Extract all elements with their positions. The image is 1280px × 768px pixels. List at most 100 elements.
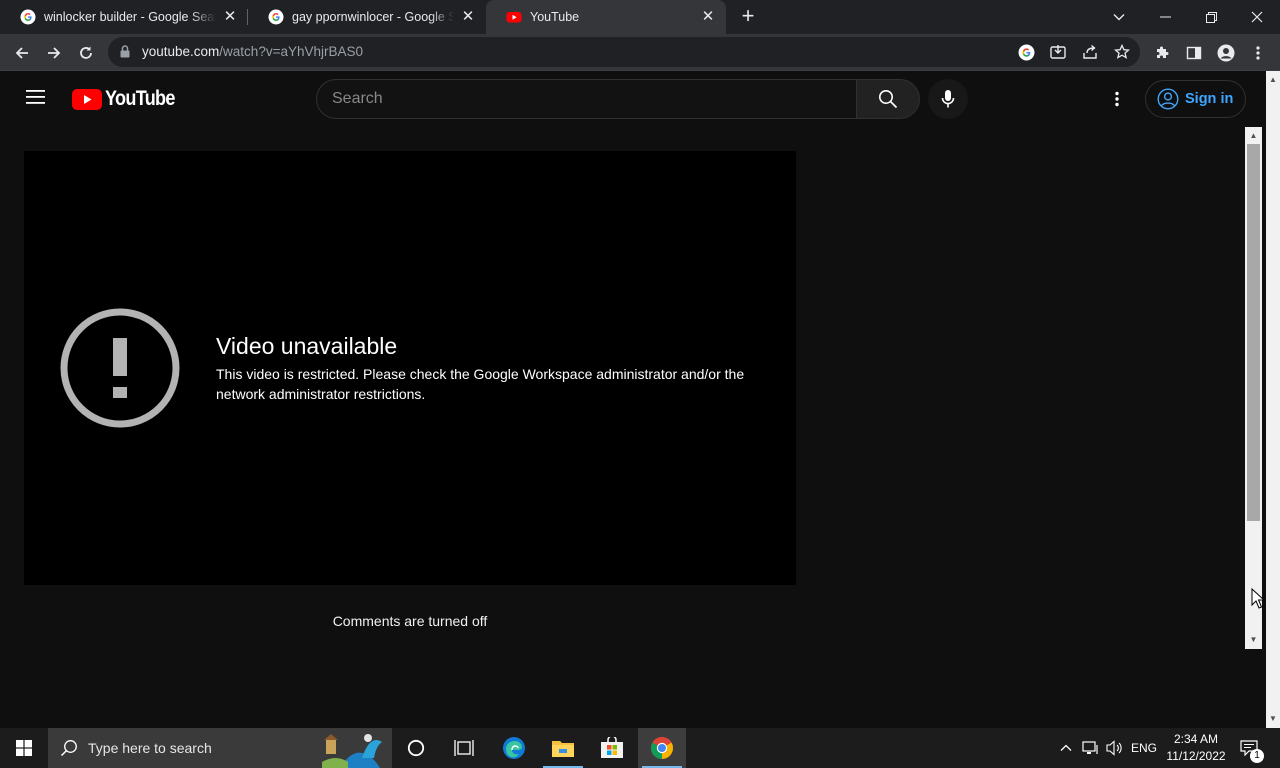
close-tab-icon[interactable]: ✕ bbox=[222, 9, 238, 25]
vertical-dots-icon bbox=[1256, 46, 1260, 60]
install-app-icon[interactable] bbox=[1050, 44, 1066, 60]
notification-center-button[interactable]: 1 bbox=[1236, 728, 1264, 768]
tab-title: YouTube bbox=[530, 10, 580, 24]
microphone-icon bbox=[941, 90, 955, 108]
side-panel-button[interactable] bbox=[1180, 39, 1208, 67]
search-button[interactable] bbox=[856, 79, 920, 119]
speaker-icon bbox=[1106, 740, 1122, 756]
url-text[interactable]: youtube.com/watch?v=aYhVhjrBAS0 bbox=[142, 44, 363, 59]
taskbar-search-box[interactable]: Type here to search bbox=[48, 728, 392, 768]
cortana-circle-icon bbox=[407, 739, 425, 757]
clock-date: 11/12/2022 bbox=[1166, 749, 1226, 763]
settings-menu-button[interactable] bbox=[1102, 84, 1132, 114]
video-player[interactable]: Video unavailable This video is restrict… bbox=[24, 151, 796, 585]
youtube-favicon bbox=[506, 12, 522, 23]
google-lens-icon[interactable] bbox=[1018, 44, 1035, 61]
search-box[interactable] bbox=[316, 79, 857, 119]
bookmark-star-icon[interactable] bbox=[1114, 44, 1130, 60]
youtube-wordmark: YouTube bbox=[105, 87, 175, 110]
minimize-button[interactable] bbox=[1142, 0, 1188, 34]
tab-winlocker-search[interactable]: winlocker builder - Google Search ✕ bbox=[0, 0, 248, 34]
volume-button[interactable] bbox=[1104, 728, 1126, 768]
reload-button[interactable] bbox=[72, 39, 100, 67]
tab-search-button[interactable] bbox=[1096, 0, 1142, 34]
edge-browser-icon bbox=[503, 737, 525, 759]
back-button[interactable] bbox=[8, 39, 36, 67]
minimize-icon bbox=[1159, 16, 1171, 18]
clock-time: 2:34 AM bbox=[1173, 732, 1219, 746]
search-input[interactable] bbox=[332, 89, 832, 109]
close-icon bbox=[1251, 11, 1263, 23]
extensions-button[interactable] bbox=[1148, 39, 1176, 67]
start-button[interactable] bbox=[0, 728, 48, 768]
google-favicon bbox=[268, 9, 284, 25]
url-host: youtube.com bbox=[142, 44, 220, 59]
error-title: Video unavailable bbox=[216, 333, 398, 359]
input-language-button[interactable]: ENG bbox=[1128, 728, 1160, 768]
side-panel-icon bbox=[1186, 46, 1202, 60]
browser-toolbar: youtube.com/watch?v=aYhVhjrBAS0 bbox=[0, 34, 1280, 71]
close-tab-icon[interactable]: ✕ bbox=[460, 9, 476, 25]
lock-icon[interactable] bbox=[120, 45, 130, 58]
cortana-button[interactable] bbox=[392, 728, 440, 768]
profile-icon bbox=[1217, 44, 1235, 62]
network-icon bbox=[1082, 741, 1098, 754]
clock-button[interactable]: 2:34 AM 11/12/2022 bbox=[1160, 731, 1232, 765]
hamburger-menu-icon[interactable] bbox=[22, 83, 50, 111]
sign-in-label: Sign in bbox=[1185, 91, 1234, 107]
profile-button[interactable] bbox=[1212, 39, 1240, 67]
tab-youtube[interactable]: YouTube ✕ bbox=[486, 0, 726, 34]
tab-title: winlocker builder - Google Search bbox=[44, 10, 216, 24]
restore-button[interactable] bbox=[1188, 0, 1234, 34]
restore-icon bbox=[1205, 11, 1217, 23]
voice-search-button[interactable] bbox=[928, 79, 968, 119]
page-scrollbar[interactable]: ▲ ▼ bbox=[1245, 127, 1262, 649]
folder-icon bbox=[552, 741, 574, 757]
task-view-button[interactable] bbox=[440, 728, 488, 768]
notification-count-badge: 1 bbox=[1250, 749, 1264, 763]
windows-taskbar: Type here to search ENG 2:34 AM 11/12/20… bbox=[0, 728, 1280, 768]
scroll-up-arrow-icon[interactable]: ▲ bbox=[1245, 129, 1262, 143]
scrollbar-thumb[interactable] bbox=[1247, 144, 1260, 521]
scroll-up-arrow-icon[interactable]: ▲ bbox=[1266, 73, 1280, 87]
microsoft-store-button[interactable] bbox=[588, 728, 636, 768]
chrome-browser-icon bbox=[651, 737, 673, 759]
network-button[interactable] bbox=[1080, 728, 1102, 768]
youtube-logo[interactable]: YouTube bbox=[72, 87, 186, 110]
google-favicon bbox=[20, 9, 36, 25]
close-tab-icon[interactable]: ✕ bbox=[700, 9, 716, 25]
chevron-up-icon bbox=[1060, 744, 1072, 751]
windows-logo-icon bbox=[16, 740, 32, 756]
show-hidden-icons-button[interactable] bbox=[1056, 728, 1076, 768]
chevron-down-icon bbox=[1113, 14, 1125, 21]
arrow-left-icon bbox=[15, 47, 28, 59]
chrome-app-button[interactable] bbox=[638, 728, 686, 768]
window-scrollbar[interactable]: ▲ ▼ bbox=[1266, 71, 1280, 728]
mouse-pointer-icon bbox=[1251, 588, 1265, 609]
search-icon bbox=[879, 90, 898, 109]
close-window-button[interactable] bbox=[1234, 0, 1280, 34]
arrow-right-icon bbox=[48, 47, 61, 59]
search-highlight-illustration-icon bbox=[322, 734, 382, 768]
new-tab-button[interactable]: + bbox=[736, 5, 760, 29]
scroll-down-arrow-icon[interactable]: ▼ bbox=[1266, 712, 1280, 726]
address-bar[interactable]: youtube.com/watch?v=aYhVhjrBAS0 bbox=[108, 37, 1140, 67]
tab-title: gay ppornwinlocer - Google Search bbox=[292, 10, 454, 24]
comments-status: Comments are turned off bbox=[332, 613, 488, 629]
forward-button[interactable] bbox=[40, 39, 68, 67]
reload-icon bbox=[80, 46, 92, 59]
youtube-play-logo-icon bbox=[72, 88, 102, 110]
taskbar-search-placeholder: Type here to search bbox=[88, 740, 212, 756]
file-explorer-button[interactable] bbox=[539, 728, 587, 768]
scroll-down-arrow-icon[interactable]: ▼ bbox=[1245, 633, 1262, 647]
tab-gay-search[interactable]: gay ppornwinlocer - Google Search ✕ bbox=[248, 0, 486, 34]
share-icon[interactable] bbox=[1082, 44, 1098, 60]
store-bag-icon bbox=[601, 737, 623, 758]
search-icon bbox=[60, 740, 77, 757]
browser-menu-button[interactable] bbox=[1244, 39, 1272, 67]
account-circle-icon bbox=[1157, 88, 1179, 110]
edge-app-button[interactable] bbox=[490, 728, 538, 768]
sign-in-button[interactable]: Sign in bbox=[1145, 80, 1246, 118]
error-exclamation-icon bbox=[60, 308, 180, 428]
puzzle-icon bbox=[1157, 46, 1169, 58]
